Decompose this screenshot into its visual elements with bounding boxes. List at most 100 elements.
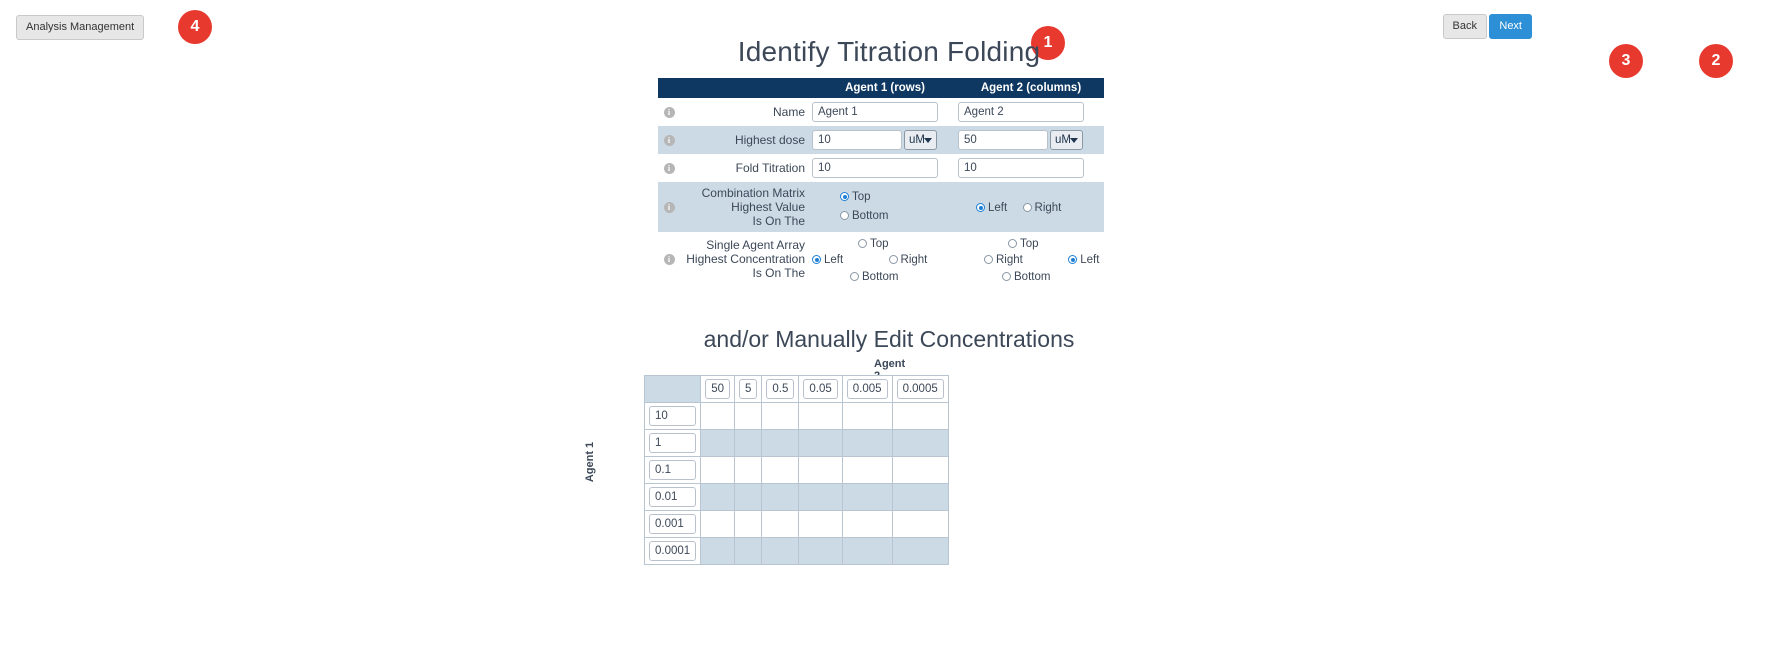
grid-cell-4-4[interactable] bbox=[841, 510, 893, 538]
grid-col-input-3[interactable]: 0.05 bbox=[803, 379, 838, 399]
info-cell-single-agent-array: i bbox=[658, 232, 680, 286]
radio-icon[interactable] bbox=[888, 255, 898, 265]
grid-cell-4-2[interactable] bbox=[761, 510, 800, 538]
grid-cell-4-5[interactable] bbox=[891, 510, 949, 538]
grid-cell-4-3[interactable] bbox=[798, 510, 843, 538]
grid-cell-0-5[interactable] bbox=[891, 402, 949, 430]
cell-name-agent2: Agent 2 bbox=[958, 98, 1104, 126]
sa-agent2-left-option[interactable]: Left bbox=[1068, 252, 1099, 266]
sa-agent2-top-option[interactable]: Top bbox=[1008, 236, 1039, 250]
radio-icon[interactable] bbox=[812, 255, 821, 265]
label-line-2: Highest Concentration bbox=[686, 252, 805, 266]
info-icon[interactable]: i bbox=[663, 163, 675, 175]
sa-agent1-left-option[interactable]: Left bbox=[812, 252, 843, 266]
grid-cell-5-2[interactable] bbox=[761, 537, 800, 565]
concentration-grid: 50 5 0.5 0.05 0.005 0.0005 10 1 0.1 0.01… bbox=[643, 375, 949, 565]
grid-cell-0-4[interactable] bbox=[841, 402, 893, 430]
radio-icon[interactable] bbox=[840, 192, 849, 202]
sa-agent2-lr-options: Right Left bbox=[984, 252, 1099, 266]
cm-agent2-right-label: Right bbox=[1034, 201, 1062, 214]
highest-dose-agent1-unit-select[interactable]: uM bbox=[904, 130, 937, 150]
sa-agent2-bottom-option[interactable]: Bottom bbox=[1002, 269, 1050, 283]
grid-corner-cell bbox=[643, 375, 702, 403]
info-icon[interactable]: i bbox=[663, 107, 675, 119]
radio-icon[interactable] bbox=[1022, 203, 1032, 213]
cm-agent2-right-option[interactable]: Right bbox=[1022, 200, 1062, 214]
sa-agent1-lr-options: Left Right bbox=[812, 252, 927, 266]
cm-agent1-bottom-option[interactable]: Bottom bbox=[840, 208, 888, 222]
grid-cell-5-5[interactable] bbox=[891, 537, 949, 565]
grid-cell-3-5[interactable] bbox=[891, 483, 949, 511]
grid-cell-0-0[interactable] bbox=[700, 402, 735, 430]
info-icon[interactable]: i bbox=[663, 202, 675, 214]
grid-cell-5-3[interactable] bbox=[798, 537, 843, 565]
grid-col-input-5[interactable]: 0.0005 bbox=[896, 379, 944, 399]
grid-cell-5-0[interactable] bbox=[700, 537, 735, 565]
highest-dose-agent2-input[interactable]: 50 bbox=[958, 130, 1048, 150]
grid-cell-0-2[interactable] bbox=[761, 402, 800, 430]
grid-cell-4-0[interactable] bbox=[700, 510, 735, 538]
grid-cell-2-3[interactable] bbox=[798, 456, 843, 484]
grid-col-header: 5 bbox=[733, 375, 763, 403]
radio-icon[interactable] bbox=[858, 239, 867, 249]
sa-agent1-bottom-option[interactable]: Bottom bbox=[850, 269, 898, 283]
radio-icon[interactable] bbox=[1068, 255, 1078, 265]
grid-col-header: 0.05 bbox=[798, 375, 843, 403]
grid-cell-3-1[interactable] bbox=[733, 483, 763, 511]
radio-icon[interactable] bbox=[976, 203, 985, 213]
grid-row-header: 0.01 bbox=[643, 483, 702, 511]
grid-cell-1-3[interactable] bbox=[798, 429, 843, 457]
radio-icon[interactable] bbox=[850, 272, 859, 282]
grid-cell-2-0[interactable] bbox=[700, 456, 735, 484]
grid-cell-1-5[interactable] bbox=[891, 429, 949, 457]
fold-titration-agent2-input[interactable]: 10 bbox=[958, 158, 1084, 178]
grid-cell-0-1[interactable] bbox=[733, 402, 763, 430]
info-icon[interactable]: i bbox=[663, 135, 675, 147]
cell-highest-dose-agent1: 10 uM bbox=[812, 126, 958, 154]
grid-cell-2-2[interactable] bbox=[761, 456, 800, 484]
sa-agent1-top-option[interactable]: Top bbox=[858, 236, 889, 250]
grid-cell-2-5[interactable] bbox=[891, 456, 949, 484]
highest-dose-agent2-unit-select[interactable]: uM bbox=[1050, 130, 1083, 150]
radio-icon[interactable] bbox=[1002, 272, 1011, 282]
label-combination-matrix: Combination Matrix Highest Value Is On T… bbox=[680, 182, 812, 232]
radio-icon[interactable] bbox=[1008, 239, 1017, 249]
grid-cell-3-0[interactable] bbox=[700, 483, 735, 511]
grid-cell-1-4[interactable] bbox=[841, 429, 893, 457]
name-agent2-input[interactable]: Agent 2 bbox=[958, 102, 1084, 122]
highest-dose-agent1-input[interactable]: 10 bbox=[812, 130, 902, 150]
grid-col-input-0[interactable]: 50 bbox=[705, 379, 730, 399]
grid-cell-3-3[interactable] bbox=[798, 483, 843, 511]
grid-cell-2-1[interactable] bbox=[733, 456, 763, 484]
grid-cell-3-4[interactable] bbox=[841, 483, 893, 511]
grid-col-input-4[interactable]: 0.005 bbox=[846, 379, 888, 399]
grid-cell-5-1[interactable] bbox=[733, 537, 763, 565]
grid-row-input-4[interactable]: 0.001 bbox=[649, 514, 697, 534]
grid-col-header: 50 bbox=[700, 375, 735, 403]
fold-titration-agent1-input[interactable]: 10 bbox=[812, 158, 938, 178]
grid-cell-3-2[interactable] bbox=[761, 483, 800, 511]
grid-row-input-2[interactable]: 0.1 bbox=[649, 460, 697, 480]
cm-agent1-top-option[interactable]: Top bbox=[840, 189, 888, 203]
info-icon[interactable]: i bbox=[663, 254, 675, 266]
grid-row-input-0[interactable]: 10 bbox=[649, 406, 697, 426]
grid-cell-5-4[interactable] bbox=[841, 537, 893, 565]
grid-cell-2-4[interactable] bbox=[841, 456, 893, 484]
grid-cell-1-0[interactable] bbox=[700, 429, 735, 457]
grid-col-input-1[interactable]: 5 bbox=[738, 379, 758, 399]
grid-cell-4-1[interactable] bbox=[733, 510, 763, 538]
grid-cell-1-2[interactable] bbox=[761, 429, 800, 457]
table-row: 1 bbox=[643, 429, 949, 457]
grid-row-input-1[interactable]: 1 bbox=[649, 433, 697, 453]
grid-col-input-2[interactable]: 0.5 bbox=[766, 379, 795, 399]
sa-agent1-right-option[interactable]: Right bbox=[888, 252, 927, 266]
cm-agent2-left-option[interactable]: Left bbox=[976, 200, 1007, 214]
grid-row-input-5[interactable]: 0.0001 bbox=[649, 541, 697, 561]
name-agent1-input[interactable]: Agent 1 bbox=[812, 102, 938, 122]
grid-cell-1-1[interactable] bbox=[733, 429, 763, 457]
grid-row-input-3[interactable]: 0.01 bbox=[649, 487, 697, 507]
sa-agent2-right-option[interactable]: Right bbox=[984, 252, 1023, 266]
radio-icon[interactable] bbox=[984, 255, 993, 265]
radio-icon[interactable] bbox=[840, 211, 849, 221]
grid-cell-0-3[interactable] bbox=[798, 402, 843, 430]
